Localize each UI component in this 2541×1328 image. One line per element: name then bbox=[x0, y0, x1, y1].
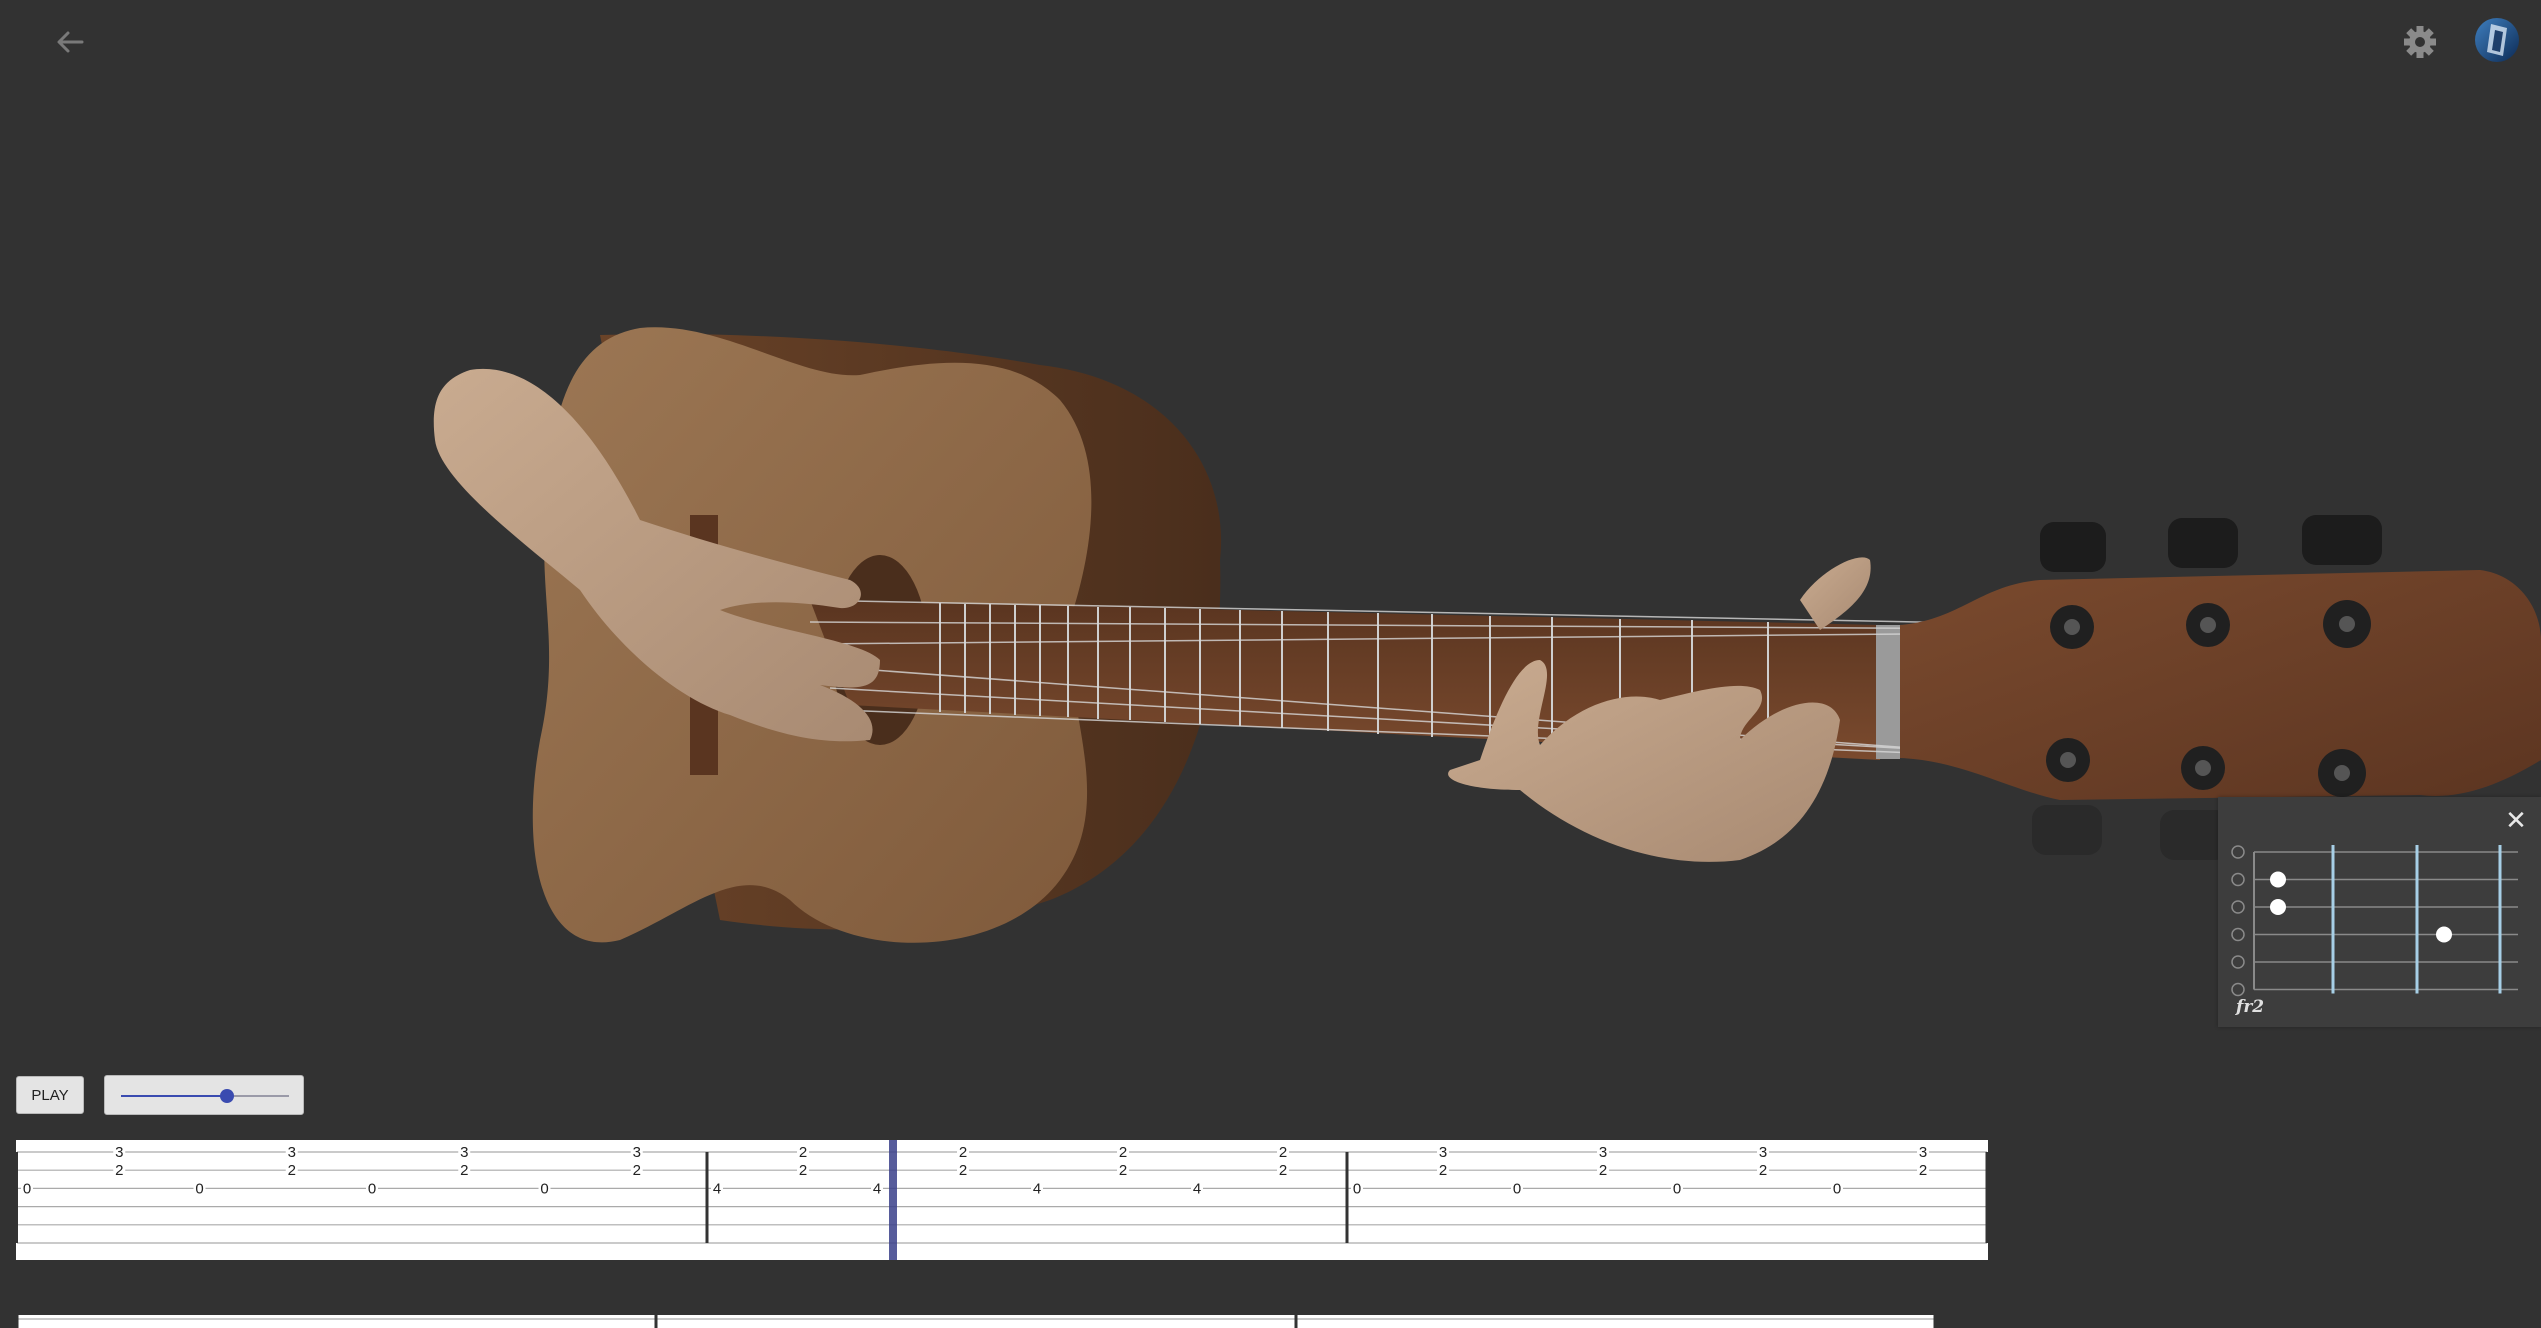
tab-note[interactable]: 3 bbox=[1759, 1144, 1767, 1161]
tab-note[interactable]: 3 bbox=[460, 1144, 468, 1161]
arrow-left-icon bbox=[57, 31, 84, 53]
tab-note[interactable]: 4 bbox=[1033, 1180, 1041, 1197]
tab-note[interactable]: 2 bbox=[460, 1162, 468, 1179]
settings-button[interactable] bbox=[2396, 20, 2444, 64]
tab-note[interactable]: 3 bbox=[633, 1144, 641, 1161]
user-avatar[interactable] bbox=[2473, 16, 2521, 64]
speed-slider-box bbox=[104, 1075, 304, 1115]
tab-note[interactable]: 2 bbox=[1279, 1162, 1287, 1179]
tab-note[interactable]: 2 bbox=[1439, 1162, 1447, 1179]
tab-note[interactable]: 0 bbox=[1353, 1180, 1361, 1197]
tab-note[interactable]: 2 bbox=[1119, 1144, 1127, 1161]
open-string-marker bbox=[2231, 982, 2245, 997]
tab-note[interactable]: 2 bbox=[288, 1162, 296, 1179]
tab-note[interactable]: 2 bbox=[633, 1162, 641, 1179]
gear-icon bbox=[2404, 26, 2436, 58]
tab-note[interactable]: 4 bbox=[873, 1180, 881, 1197]
tab-note[interactable]: 0 bbox=[1513, 1180, 1521, 1197]
tab-staff-bg bbox=[16, 1315, 1936, 1328]
speed-slider-thumb[interactable] bbox=[219, 1089, 234, 1103]
app-logo-icon bbox=[2475, 18, 2519, 62]
tab-staff-row-2 bbox=[16, 1315, 1937, 1328]
tab-note[interactable]: 0 bbox=[23, 1180, 31, 1197]
open-string-marker bbox=[2231, 845, 2245, 859]
tab-note[interactable]: 3 bbox=[1439, 1144, 1447, 1161]
tab-note[interactable]: 0 bbox=[1673, 1180, 1681, 1197]
tab-note[interactable]: 3 bbox=[115, 1144, 123, 1161]
tab-note[interactable]: 2 bbox=[1119, 1162, 1127, 1179]
finger-dot bbox=[2436, 926, 2452, 943]
tab-note[interactable]: 0 bbox=[195, 1180, 203, 1197]
open-string-marker bbox=[2231, 955, 2245, 969]
tab-note[interactable]: 2 bbox=[1279, 1144, 1287, 1161]
nut bbox=[1876, 625, 1900, 759]
tab-note[interactable]: 2 bbox=[1599, 1162, 1607, 1179]
tab-note[interactable]: 2 bbox=[799, 1144, 807, 1161]
guitar-3d-viewport[interactable] bbox=[0, 0, 2541, 1060]
playhead-cursor bbox=[889, 1140, 897, 1260]
open-string-marker bbox=[2231, 900, 2245, 914]
tab-note[interactable]: 0 bbox=[540, 1180, 548, 1197]
tab-note[interactable]: 2 bbox=[1919, 1162, 1927, 1179]
tab-note[interactable]: 4 bbox=[1193, 1180, 1201, 1197]
speed-slider-fill bbox=[121, 1095, 227, 1097]
tab-note[interactable]: 2 bbox=[115, 1162, 123, 1179]
open-string-marker bbox=[2231, 927, 2245, 942]
tab-note[interactable]: 2 bbox=[1759, 1162, 1767, 1179]
tab-staff-row-1[interactable]: 320320320320224224224224320320320320 bbox=[16, 1140, 1992, 1260]
tab-note[interactable]: 3 bbox=[1919, 1144, 1927, 1161]
tab-note[interactable]: 3 bbox=[288, 1144, 296, 1161]
tab-note[interactable]: 2 bbox=[799, 1162, 807, 1179]
play-button[interactable]: PLAY bbox=[16, 1076, 84, 1114]
tab-staff-bg bbox=[16, 1140, 1988, 1260]
tab-note[interactable]: 0 bbox=[1833, 1180, 1841, 1197]
chord-diagram bbox=[2231, 845, 2518, 997]
fret-position-label: fr2 bbox=[2236, 997, 2265, 1017]
tab-note[interactable]: 0 bbox=[368, 1180, 376, 1197]
finger-dot bbox=[2270, 899, 2286, 915]
tab-note[interactable]: 2 bbox=[959, 1144, 967, 1161]
tab-note[interactable]: 4 bbox=[713, 1180, 721, 1197]
tab-note[interactable]: 3 bbox=[1599, 1144, 1607, 1161]
back-button[interactable] bbox=[48, 20, 92, 64]
finger-dot bbox=[2270, 871, 2286, 888]
fretting-hand bbox=[1448, 557, 1871, 862]
chord-diagram-panel: ✕ fr2 bbox=[2218, 797, 2541, 1027]
open-string-marker bbox=[2231, 872, 2245, 887]
tab-note[interactable]: 2 bbox=[959, 1162, 967, 1179]
